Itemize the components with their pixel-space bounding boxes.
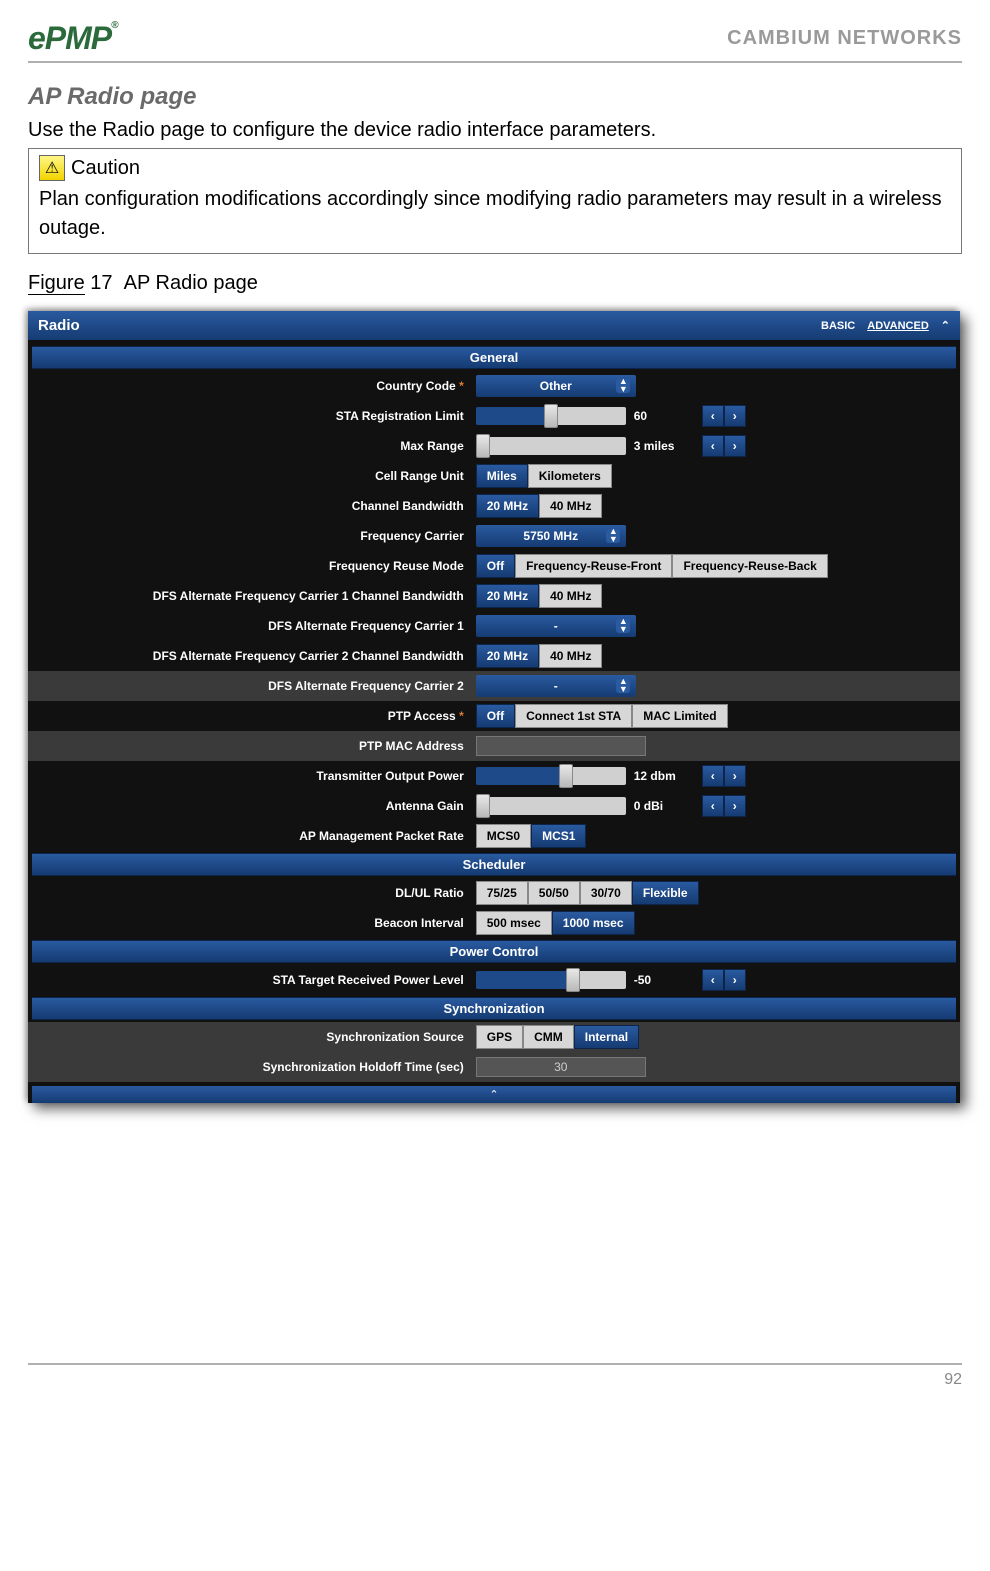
country-code-label: Country Code: [376, 379, 455, 393]
mode-basic[interactable]: BASIC: [821, 320, 855, 332]
ptp-access-label: PTP Access: [388, 709, 456, 723]
ant-gain-slider[interactable]: [476, 797, 626, 815]
panel-title: Radio: [38, 317, 80, 334]
warning-icon: ⚠: [39, 155, 65, 181]
collapse-bar[interactable]: ⌃: [32, 1086, 956, 1103]
cell-range-segment[interactable]: Miles Kilometers: [476, 464, 612, 488]
dfs2-bw-label: DFS Alternate Frequency Carrier 2 Channe…: [38, 649, 476, 663]
section-power: Power Control: [32, 940, 956, 963]
sync-source-segment[interactable]: GPS CMM Internal: [476, 1025, 639, 1049]
beacon-segment[interactable]: 500 msec 1000 msec: [476, 911, 635, 935]
dfs1-bw-label: DFS Alternate Frequency Carrier 1 Channe…: [38, 589, 476, 603]
figure-caption: Figure 17 AP Radio page: [28, 272, 962, 295]
section-scheduler: Scheduler: [32, 853, 956, 876]
logo-text: ePMP: [28, 20, 111, 56]
dfs1-bw-segment[interactable]: 20 MHz 40 MHz: [476, 584, 603, 608]
logo: ePMP®: [28, 20, 118, 57]
sync-source-label: Synchronization Source: [38, 1030, 476, 1044]
section-general: General: [32, 346, 956, 369]
dfs1-select[interactable]: -▲▼: [476, 615, 636, 637]
caution-text: Plan configuration modifications accordi…: [39, 185, 951, 243]
channel-bw-segment[interactable]: 20 MHz 40 MHz: [476, 494, 603, 518]
radio-config-panel: Radio BASIC ADVANCED ⌃ General Country C…: [28, 311, 960, 1103]
tx-power-slider[interactable]: [476, 767, 626, 785]
tx-power-value: 12 dbm: [634, 769, 694, 783]
max-range-stepper[interactable]: ‹›: [702, 435, 746, 457]
ant-gain-value: 0 dBi: [634, 799, 694, 813]
collapse-icon[interactable]: ⌃: [941, 319, 950, 332]
company-name: CAMBIUM NETWORKS: [727, 27, 962, 50]
sta-target-label: STA Target Received Power Level: [38, 973, 476, 987]
dlul-segment[interactable]: 75/25 50/50 30/70 Flexible: [476, 881, 699, 905]
channel-bw-label: Channel Bandwidth: [38, 499, 476, 513]
freq-carrier-select[interactable]: 5750 MHz▲▼: [476, 525, 626, 547]
page-number: 92: [944, 1371, 962, 1388]
sta-reg-value: 60: [634, 409, 694, 423]
doc-header: ePMP® CAMBIUM NETWORKS: [28, 20, 962, 63]
page-footer: 92: [28, 1363, 962, 1389]
max-range-slider[interactable]: [476, 437, 626, 455]
sta-target-value: -50: [634, 973, 694, 987]
freq-reuse-segment[interactable]: Off Frequency-Reuse-Front Frequency-Reus…: [476, 554, 828, 578]
sta-reg-slider[interactable]: [476, 407, 626, 425]
max-range-value: 3 miles: [634, 439, 694, 453]
ant-gain-label: Antenna Gain: [38, 799, 476, 813]
tx-power-label: Transmitter Output Power: [38, 769, 476, 783]
ptp-access-segment[interactable]: Off Connect 1st STA MAC Limited: [476, 704, 728, 728]
dlul-label: DL/UL Ratio: [38, 886, 476, 900]
max-range-label: Max Range: [38, 439, 476, 453]
dfs2-label: DFS Alternate Frequency Carrier 2: [38, 679, 476, 693]
sta-target-stepper[interactable]: ‹›: [702, 969, 746, 991]
caution-label: Caution: [71, 157, 140, 180]
sync-holdoff-input[interactable]: 30: [476, 1057, 646, 1077]
panel-header: Radio BASIC ADVANCED ⌃: [28, 311, 960, 340]
sta-reg-label: STA Registration Limit: [38, 409, 476, 423]
sta-target-slider[interactable]: [476, 971, 626, 989]
ptp-mac-input[interactable]: [476, 736, 646, 756]
ap-mgmt-segment[interactable]: MCS0 MCS1: [476, 824, 587, 848]
tx-power-stepper[interactable]: ‹›: [702, 765, 746, 787]
section-title: AP Radio page: [28, 83, 962, 111]
sta-reg-stepper[interactable]: ‹›: [702, 405, 746, 427]
dfs2-bw-segment[interactable]: 20 MHz 40 MHz: [476, 644, 603, 668]
freq-reuse-label: Frequency Reuse Mode: [38, 559, 476, 573]
dfs1-label: DFS Alternate Frequency Carrier 1: [38, 619, 476, 633]
ap-mgmt-label: AP Management Packet Rate: [38, 829, 476, 843]
sync-holdoff-label: Synchronization Holdoff Time (sec): [38, 1060, 476, 1074]
caution-box: ⚠ Caution Plan configuration modificatio…: [28, 148, 962, 254]
freq-carrier-label: Frequency Carrier: [38, 529, 476, 543]
ptp-mac-label: PTP MAC Address: [38, 739, 476, 753]
trademark-icon: ®: [111, 20, 117, 31]
figure-word: Figure: [28, 272, 85, 295]
figure-number: 17: [90, 272, 112, 294]
section-sync: Synchronization: [32, 997, 956, 1020]
ant-gain-stepper[interactable]: ‹›: [702, 795, 746, 817]
beacon-label: Beacon Interval: [38, 916, 476, 930]
intro-text: Use the Radio page to configure the devi…: [28, 119, 962, 142]
cell-range-label: Cell Range Unit: [38, 469, 476, 483]
dfs2-select[interactable]: -▲▼: [476, 675, 636, 697]
mode-advanced[interactable]: ADVANCED: [867, 320, 929, 332]
figure-title: AP Radio page: [124, 272, 258, 294]
country-code-select[interactable]: Other▲▼: [476, 375, 636, 397]
